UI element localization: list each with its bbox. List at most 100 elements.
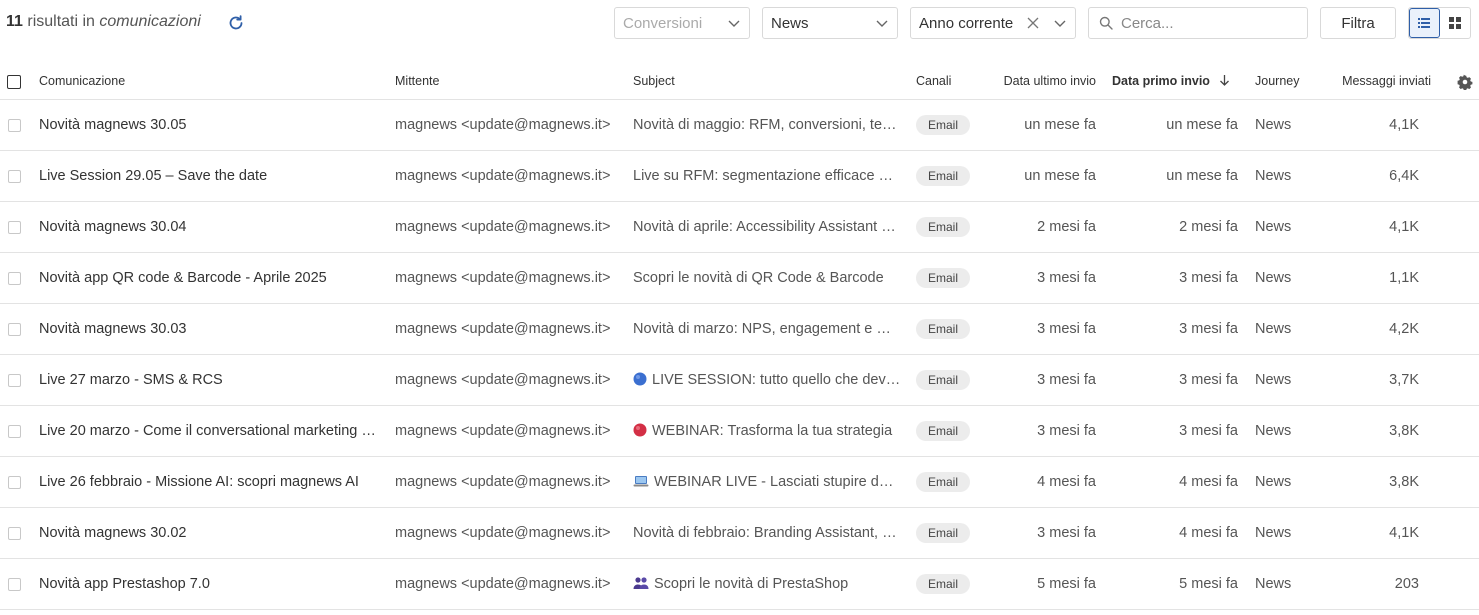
table-row[interactable]: Live 27 marzo - SMS & RCS magnews <update… bbox=[0, 355, 1479, 406]
journey: News bbox=[1255, 117, 1292, 133]
blue-circle-icon bbox=[633, 372, 647, 386]
sender: magnews <update@magnews.it> bbox=[395, 423, 611, 439]
view-toggle bbox=[1408, 7, 1471, 39]
first-sent-date: 4 mesi fa bbox=[1179, 474, 1238, 490]
communication-name[interactable]: Novità app Prestashop 7.0 bbox=[39, 576, 377, 592]
subject: WEBINAR LIVE - Lasciati stupire dall'AI bbox=[633, 474, 901, 490]
channel-badge: Email bbox=[916, 217, 970, 237]
sender: magnews <update@magnews.it> bbox=[395, 117, 611, 133]
sent-messages-count: 4,1K bbox=[1389, 117, 1419, 133]
channel-badge: Email bbox=[916, 166, 970, 186]
conversion-filter-select[interactable]: Conversioni bbox=[614, 7, 750, 39]
subject: Scopri le novità di PrestaShop bbox=[633, 576, 901, 592]
refresh-icon[interactable] bbox=[228, 14, 244, 32]
last-sent-date: 5 mesi fa bbox=[1037, 576, 1096, 592]
sent-messages-count: 3,8K bbox=[1389, 474, 1419, 490]
subject-text: Scopri le novità di PrestaShop bbox=[654, 576, 849, 592]
journey: News bbox=[1255, 270, 1292, 286]
row-checkbox[interactable] bbox=[8, 323, 21, 336]
column-header-first-sent[interactable]: Data primo invio bbox=[1112, 74, 1230, 88]
clear-icon[interactable] bbox=[1027, 17, 1039, 29]
chevron-down-icon bbox=[876, 20, 888, 27]
subject: Novità di marzo: NPS, engagement e molto… bbox=[633, 321, 901, 337]
list-view-button[interactable] bbox=[1409, 8, 1440, 38]
column-header-journey[interactable]: Journey bbox=[1255, 74, 1299, 88]
journey: News bbox=[1255, 168, 1292, 184]
column-header-subject[interactable]: Subject bbox=[633, 74, 675, 88]
sender: magnews <update@magnews.it> bbox=[395, 525, 611, 541]
table-row[interactable]: Novità app Prestashop 7.0 magnews <update… bbox=[0, 559, 1479, 610]
communication-name[interactable]: Live 27 marzo - SMS & RCS bbox=[39, 372, 377, 388]
arrow-down-icon bbox=[1219, 75, 1229, 86]
sent-messages-count: 203 bbox=[1394, 576, 1419, 592]
communication-name[interactable]: Live 26 febbraio - Missione AI: scopri m… bbox=[39, 474, 377, 490]
subject: WEBINAR: Trasforma la tua strategia bbox=[633, 423, 901, 439]
search-input[interactable] bbox=[1121, 14, 1291, 32]
laptop-icon bbox=[633, 476, 649, 487]
row-checkbox[interactable] bbox=[8, 221, 21, 234]
row-checkbox[interactable] bbox=[8, 119, 21, 132]
select-all-checkbox[interactable] bbox=[7, 75, 21, 89]
table-row[interactable]: Live 26 febbraio - Missione AI: scopri m… bbox=[0, 457, 1479, 508]
first-sent-date: 3 mesi fa bbox=[1179, 270, 1238, 286]
communication-name[interactable]: Live Session 29.05 – Save the date bbox=[39, 168, 377, 184]
last-sent-date: 3 mesi fa bbox=[1037, 270, 1096, 286]
row-checkbox[interactable] bbox=[8, 425, 21, 438]
sender: magnews <update@magnews.it> bbox=[395, 270, 611, 286]
row-checkbox[interactable] bbox=[8, 170, 21, 183]
row-checkbox[interactable] bbox=[8, 578, 21, 591]
sent-messages-count: 3,8K bbox=[1389, 423, 1419, 439]
row-checkbox[interactable] bbox=[8, 272, 21, 285]
table-row[interactable]: Novità magnews 30.05 magnews <update@magn… bbox=[0, 100, 1479, 151]
gear-icon[interactable] bbox=[1457, 74, 1473, 90]
search-box[interactable] bbox=[1088, 7, 1308, 39]
conversion-filter-value: Conversioni bbox=[623, 14, 703, 32]
communication-name[interactable]: Novità magnews 30.02 bbox=[39, 525, 377, 541]
subject: Live su RFM: segmentazione efficace dei … bbox=[633, 168, 901, 184]
table-row[interactable]: Novità magnews 30.04 magnews <update@magn… bbox=[0, 202, 1479, 253]
grid-view-button[interactable] bbox=[1440, 8, 1470, 38]
column-header-sender[interactable]: Mittente bbox=[395, 74, 439, 88]
category-filter-value: News bbox=[771, 14, 809, 32]
communication-name[interactable]: Novità magnews 30.05 bbox=[39, 117, 377, 133]
subject-text: WEBINAR: Trasforma la tua strategia bbox=[652, 423, 893, 439]
communication-name[interactable]: Live 20 marzo - Come il conversational m… bbox=[39, 423, 377, 439]
communication-name[interactable]: Novità magnews 30.03 bbox=[39, 321, 377, 337]
last-sent-date: 3 mesi fa bbox=[1037, 321, 1096, 337]
communication-name[interactable]: Novità magnews 30.04 bbox=[39, 219, 377, 235]
sent-messages-count: 4,1K bbox=[1389, 525, 1419, 541]
table-row[interactable]: Live Session 29.05 – Save the date magnew… bbox=[0, 151, 1479, 202]
channel-badge: Email bbox=[916, 268, 970, 288]
people-icon bbox=[633, 577, 649, 589]
table-row[interactable]: Novità app QR code & Barcode - Aprile 20… bbox=[0, 253, 1479, 304]
communication-name[interactable]: Novità app QR code & Barcode - Aprile 20… bbox=[39, 270, 377, 286]
subject: LIVE SESSION: tutto quello che devi sape… bbox=[633, 372, 901, 388]
channel-badge: Email bbox=[916, 421, 970, 441]
result-count-text: risultati in bbox=[27, 13, 95, 30]
journey: News bbox=[1255, 219, 1292, 235]
category-filter-select[interactable]: News bbox=[762, 7, 898, 39]
journey: News bbox=[1255, 372, 1292, 388]
table-header: Comunicazione Mittente Subject Canali Da… bbox=[0, 64, 1479, 100]
subject-text: Novità di maggio: RFM, conversioni, temp… bbox=[633, 117, 901, 133]
column-header-last-sent[interactable]: Data ultimo invio bbox=[980, 74, 1096, 88]
column-header-name[interactable]: Comunicazione bbox=[39, 74, 125, 88]
first-sent-date: un mese fa bbox=[1166, 168, 1238, 184]
sender: magnews <update@magnews.it> bbox=[395, 372, 611, 388]
row-checkbox[interactable] bbox=[8, 527, 21, 540]
column-header-sent-messages[interactable]: Messaggi inviati bbox=[1330, 74, 1431, 88]
column-header-channels[interactable]: Canali bbox=[916, 74, 951, 88]
row-checkbox[interactable] bbox=[8, 476, 21, 489]
table-row[interactable]: Live 20 marzo - Come il conversational m… bbox=[0, 406, 1479, 457]
journey: News bbox=[1255, 576, 1292, 592]
row-checkbox[interactable] bbox=[8, 374, 21, 387]
channel-badge: Email bbox=[916, 523, 970, 543]
red-circle-icon bbox=[633, 423, 647, 437]
table-row[interactable]: Novità magnews 30.03 magnews <update@magn… bbox=[0, 304, 1479, 355]
subject: Novità di aprile: Accessibility Assistan… bbox=[633, 219, 901, 235]
first-sent-date: 3 mesi fa bbox=[1179, 423, 1238, 439]
journey: News bbox=[1255, 423, 1292, 439]
filter-button[interactable]: Filtra bbox=[1320, 7, 1396, 39]
period-filter-select[interactable]: Anno corrente bbox=[910, 7, 1076, 39]
table-row[interactable]: Novità magnews 30.02 magnews <update@magn… bbox=[0, 508, 1479, 559]
